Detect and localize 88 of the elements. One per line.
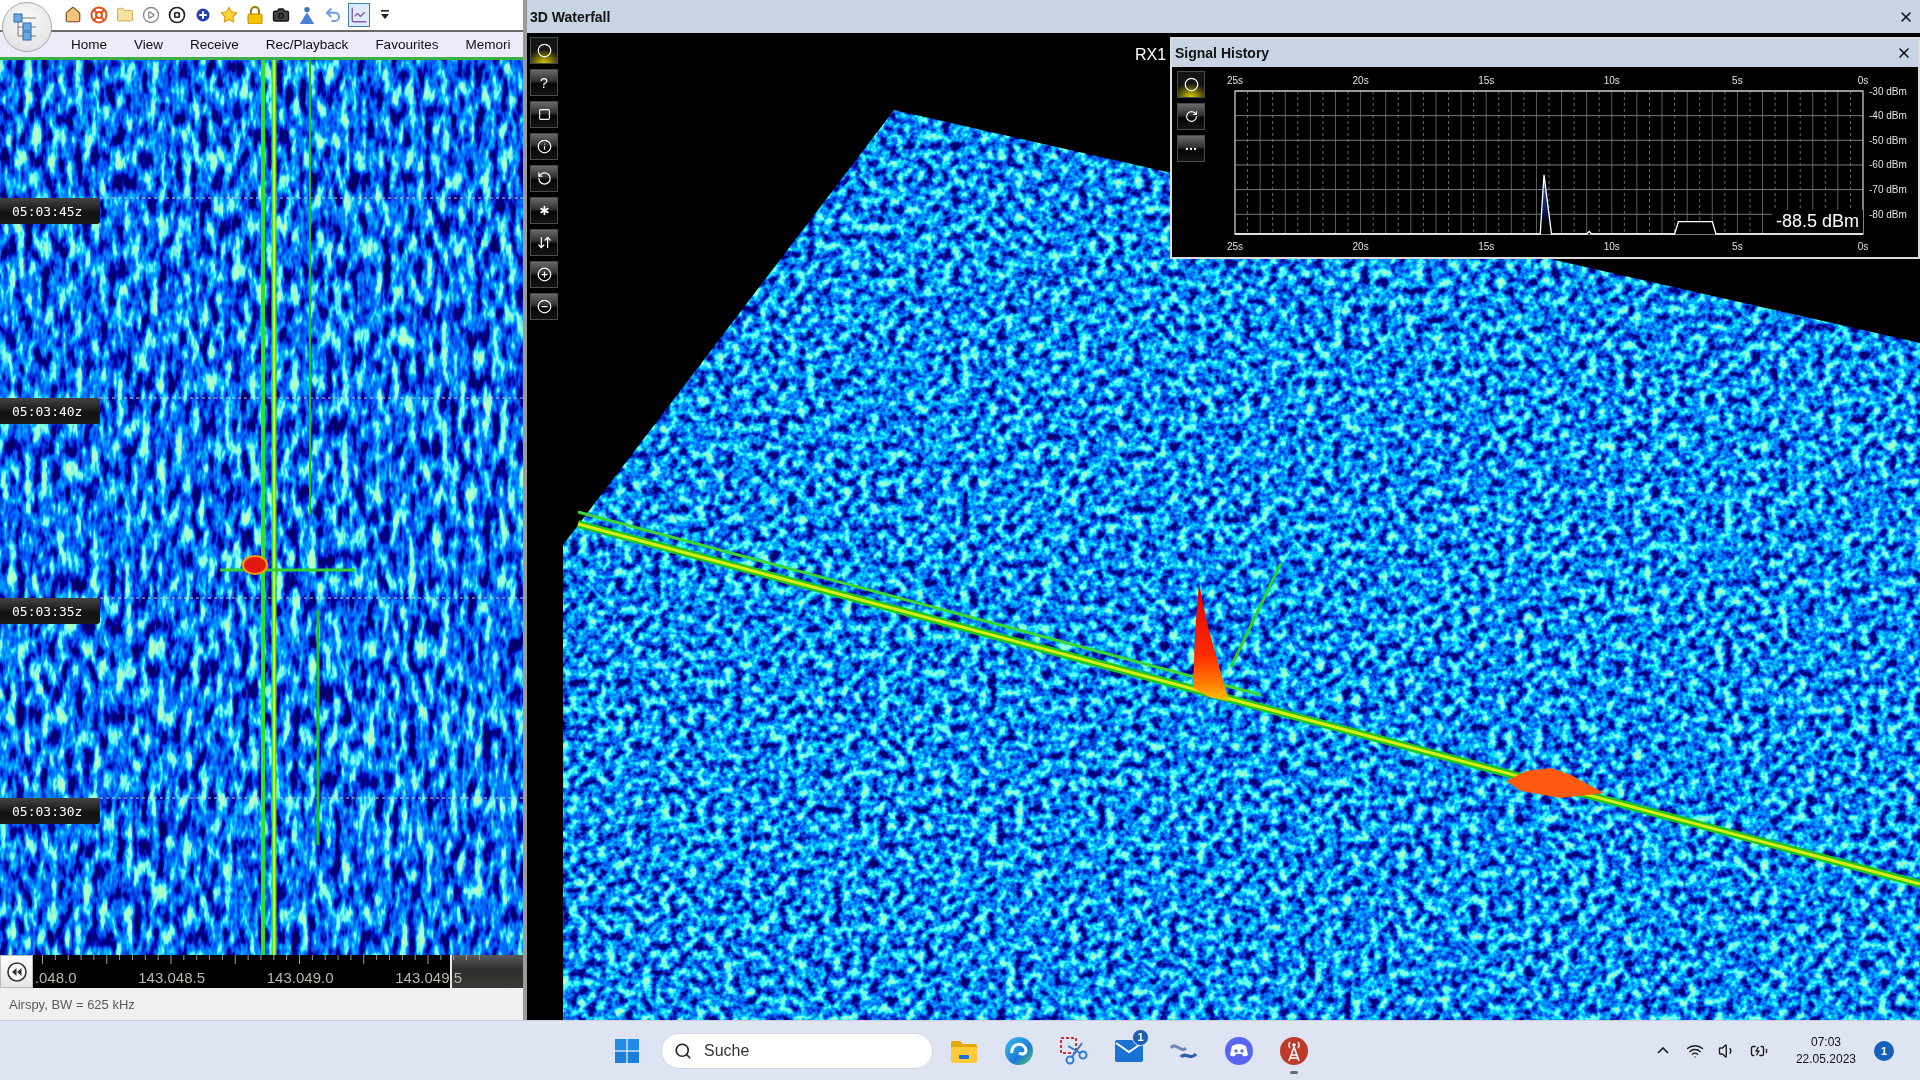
menu-tab[interactable]: Home xyxy=(71,37,107,52)
notification-badge: 1 xyxy=(1132,1028,1149,1046)
axis-tick-label: 5s xyxy=(1732,241,1743,252)
toolbar-button[interactable] xyxy=(1177,71,1205,98)
toolbar-button[interactable] xyxy=(530,101,558,128)
help-button[interactable]: ? xyxy=(530,69,558,96)
camera-icon xyxy=(272,6,290,24)
menu-tab[interactable]: View xyxy=(134,37,164,52)
rotate-icon xyxy=(536,171,552,186)
menu-tab[interactable]: Rec/Playback xyxy=(265,37,349,52)
square-icon xyxy=(537,108,551,121)
axis-tick-label: 10s xyxy=(1603,241,1620,252)
time-label: 05:03:40z xyxy=(0,398,100,424)
plus-icon xyxy=(194,6,212,24)
dropdown-icon xyxy=(381,10,389,20)
axis-tick-label: -60 dBm xyxy=(1869,159,1907,171)
info-icon xyxy=(536,139,552,154)
stop-icon xyxy=(168,6,186,24)
close-icon xyxy=(1896,45,1912,61)
axis-tick-label: -80 dBm xyxy=(1869,208,1907,220)
axis-tick-label: -40 dBm xyxy=(1869,110,1907,122)
rewind-button[interactable] xyxy=(0,955,33,988)
time-label: 05:03:30z xyxy=(0,798,100,824)
grid-logo-icon xyxy=(615,1038,639,1063)
axis-tick-label: -30 dBm xyxy=(1869,85,1907,97)
axis-tick-label: 0s xyxy=(1857,241,1869,252)
axis-tick-label: 25s xyxy=(1226,241,1244,252)
plus-circle-icon xyxy=(536,267,552,282)
toolbar-button[interactable] xyxy=(530,37,558,64)
menu-tab[interactable]: Receive xyxy=(190,37,239,52)
menu-tab[interactable]: Memori xyxy=(465,37,511,52)
app-menu-button[interactable] xyxy=(2,2,52,52)
receiver-label: RX1 xyxy=(1135,46,1167,64)
frequency-label: 143.048.5 xyxy=(138,969,205,986)
star-icon xyxy=(220,6,238,24)
folder-icon xyxy=(950,1038,978,1063)
toolbar-button[interactable] xyxy=(1177,103,1205,130)
toolbar-button[interactable] xyxy=(530,229,558,256)
frequency-label: 143.049.0 xyxy=(266,969,334,986)
menu-tab[interactable]: Favourites xyxy=(375,37,439,52)
radio-tower-icon xyxy=(1280,1036,1308,1065)
figure-icon xyxy=(298,6,316,24)
toolbar-button[interactable] xyxy=(530,261,558,288)
axis-tick-label: 25s xyxy=(1226,75,1244,86)
lock-icon xyxy=(247,6,263,24)
time-label: 05:03:35z xyxy=(0,598,100,624)
panel-title: Signal History xyxy=(1175,45,1270,61)
circle-icon xyxy=(536,43,552,58)
toolbar-button[interactable] xyxy=(530,133,558,160)
search-field[interactable]: Suche xyxy=(661,1032,933,1069)
chevron-up-icon xyxy=(1656,1047,1669,1054)
game-controller-icon xyxy=(1225,1036,1253,1065)
axis-tick-label: 20s xyxy=(1352,75,1369,86)
scissors-icon xyxy=(1060,1036,1088,1065)
toolbar-button[interactable] xyxy=(530,197,558,224)
play-icon xyxy=(142,6,160,24)
clock-date: 22.05.2023 xyxy=(1795,1052,1856,1066)
axis-tick-label: 20s xyxy=(1352,241,1369,252)
swirl-icon xyxy=(1005,1036,1033,1065)
time-label: 05:03:45z xyxy=(0,198,100,224)
frequency-label: .048.0 xyxy=(34,969,77,986)
axis-tick-label: 15s xyxy=(1478,241,1495,252)
axis-tick-label: -70 dBm xyxy=(1869,184,1907,196)
clock-time: 07:03 xyxy=(1810,1035,1841,1049)
circle-icon xyxy=(1183,77,1199,92)
undo-icon xyxy=(324,6,342,24)
signal-reading: -88.5 dBm xyxy=(1771,210,1863,233)
axis-tick-label: 15s xyxy=(1478,75,1495,86)
chart-icon xyxy=(350,6,368,24)
envelope-icon xyxy=(1115,1039,1143,1062)
swap-arrows-icon xyxy=(536,235,552,250)
axis-tick-label: 0s xyxy=(1857,75,1869,86)
rewind-icon xyxy=(6,961,27,982)
minus-circle-icon xyxy=(536,299,552,314)
axis-tick-label: 5s xyxy=(1732,75,1743,86)
refresh-icon xyxy=(1184,110,1198,123)
lifebuoy-icon xyxy=(90,6,108,24)
panel-title: 3D Waterfall xyxy=(530,8,611,25)
home-icon xyxy=(64,6,82,24)
taskbar-app-button[interactable]: 1 xyxy=(1107,1027,1151,1074)
search-icon xyxy=(674,1041,692,1060)
toolbar-button[interactable] xyxy=(530,165,558,192)
folder-icon xyxy=(116,6,134,24)
notification-badge[interactable]: 1 xyxy=(1874,1040,1894,1061)
toolbar-button[interactable] xyxy=(530,293,558,320)
status-text: Airspy, BW = 625 kHz xyxy=(9,996,135,1012)
axis-tick-label: -50 dBm xyxy=(1869,134,1907,146)
axis-tick-label: 10s xyxy=(1603,75,1620,86)
